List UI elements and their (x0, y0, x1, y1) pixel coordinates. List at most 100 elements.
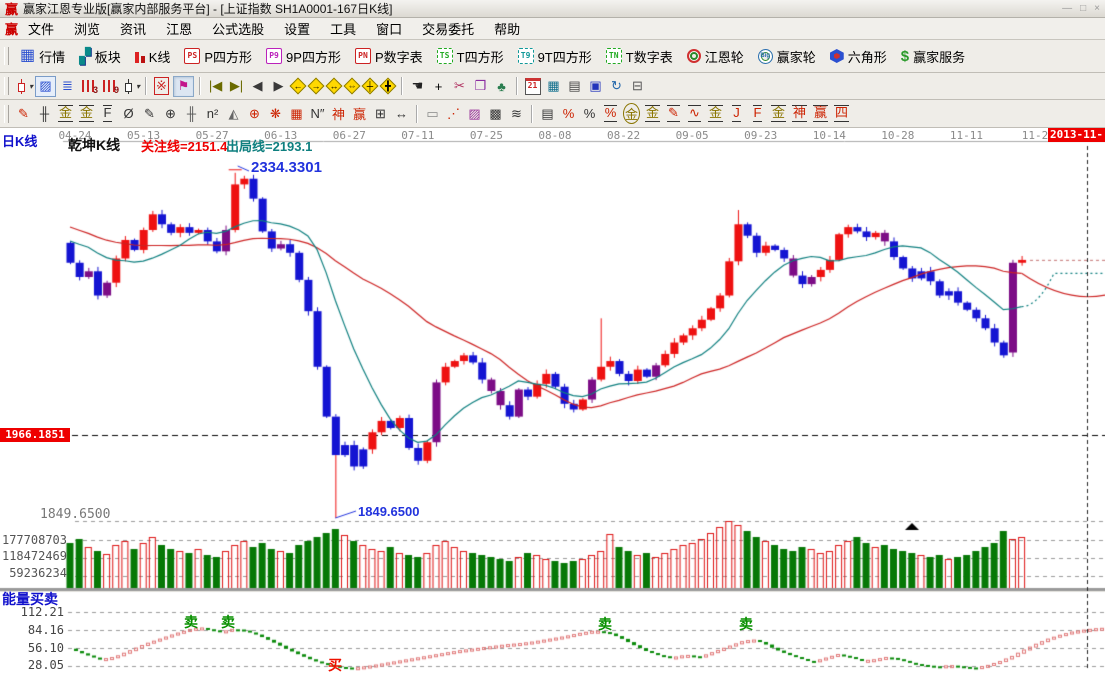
menu-item-help[interactable]: 帮助 (484, 17, 530, 40)
f-line-icon[interactable]: F (748, 104, 767, 123)
candle-style-icon[interactable]: ▾ (121, 77, 140, 96)
chart-map-icon[interactable]: ▨ (35, 76, 56, 97)
j-line-icon[interactable]: J (727, 104, 746, 123)
menu-item-file[interactable]: 文件 (18, 17, 64, 40)
menu-item-news[interactable]: 资讯 (110, 17, 156, 40)
percent-line-icon[interactable]: % (601, 104, 620, 123)
fan-icon[interactable]: ⋰ (444, 104, 463, 123)
stats-table-icon[interactable]: ▤ (538, 104, 557, 123)
kline-chart-canvas[interactable] (0, 128, 1105, 671)
gann-box-icon[interactable]: ▦ (287, 104, 306, 123)
dark-box-icon[interactable]: ▩ (486, 104, 505, 123)
spiral-icon[interactable]: Ø (119, 104, 138, 123)
toolbar-p-square-button[interactable]: PSP四方形 (177, 45, 259, 68)
prev-bar-icon[interactable]: ◀ (248, 77, 267, 96)
n-wave-icon[interactable]: N″ (308, 104, 327, 123)
calculator-icon[interactable]: ▦ (544, 77, 563, 96)
n2-icon[interactable]: n² (203, 104, 222, 123)
crosshair-icon[interactable]: + (429, 77, 448, 96)
rect-tool-icon[interactable]: ▭ (423, 104, 442, 123)
maximize-button[interactable]: □ (1080, 3, 1086, 14)
period-candle-icon[interactable]: ▾ (14, 77, 33, 96)
zoom-in-icon[interactable]: ┼ (362, 78, 378, 94)
menu-item-formula-pick[interactable]: 公式选股 (202, 17, 274, 40)
compress-icon[interactable]: ↔ (326, 78, 342, 94)
expand-icon[interactable]: ⇔ (344, 78, 360, 94)
trend-pencil-icon[interactable]: ✎ (14, 104, 33, 123)
span-arrow-icon[interactable]: ↔ (392, 104, 411, 123)
circle-cycle-icon[interactable]: ⊕ (161, 104, 180, 123)
grid-comb-icon[interactable]: ╫ (182, 104, 201, 123)
signal-label: 卖 (598, 614, 612, 634)
next-bar-icon[interactable]: ▶ (269, 77, 288, 96)
minor-cycle-3-icon[interactable]: 3 (79, 77, 98, 96)
toolbar-p-table-button[interactable]: PNP数字表 (348, 45, 430, 68)
menu-item-settings[interactable]: 设置 (274, 17, 320, 40)
mirror-icon[interactable]: ◭ (224, 104, 243, 123)
shift-left-icon[interactable]: ← (290, 78, 306, 94)
toolbar-winner-service-button[interactable]: $赢家服务 (894, 45, 972, 68)
toolbar-9t-square-button[interactable]: T99T四方形 (511, 45, 599, 68)
toolbar-hexagon-button[interactable]: 六角形 (823, 45, 894, 68)
info-list-icon[interactable]: ≣ (58, 77, 77, 96)
shen-tool-icon[interactable]: 神 (329, 104, 348, 123)
toolbar-sectors-button[interactable]: ▞板块 (72, 45, 128, 68)
notebook-icon[interactable]: ▤ (565, 77, 584, 96)
fib-grid-icon[interactable]: F (98, 104, 117, 123)
menu-item-browse[interactable]: 浏览 (64, 17, 110, 40)
brain-icon[interactable]: ♣ (492, 77, 511, 96)
first-bar-icon[interactable]: |◀ (206, 77, 225, 96)
ying-line-icon[interactable]: 赢 (811, 104, 830, 123)
toolbar-quotes-button[interactable]: ▦行情 (13, 45, 72, 68)
toolbar-t-table-button[interactable]: TNT数字表 (599, 45, 680, 68)
gold-circle-icon[interactable]: 金 (622, 104, 641, 123)
wave-icon[interactable]: ∿ (685, 104, 704, 123)
app-logo-icon: 赢 (5, 0, 18, 18)
measure-icon[interactable]: ✂ (450, 77, 469, 96)
toolbar-winner-wheel-button[interactable]: Big赢家轮 (751, 45, 823, 68)
shen-line-icon[interactable]: 神 (790, 104, 809, 123)
save-icon[interactable]: ▣ (586, 77, 605, 96)
toolbar-kline-button[interactable]: K线 (128, 45, 178, 68)
percent-strike-icon[interactable]: % (559, 104, 578, 123)
sync-icon[interactable]: ↻ (607, 77, 626, 96)
last-bar-icon[interactable]: ▶| (227, 77, 246, 96)
ying-tool-icon[interactable]: 赢 (350, 104, 369, 123)
menu-item-tools[interactable]: 工具 (320, 17, 366, 40)
hand-icon[interactable]: ☚ (408, 77, 427, 96)
time-grid-icon[interactable]: ╫ (35, 104, 54, 123)
percent-icon[interactable]: % (580, 104, 599, 123)
flag-icon[interactable]: ⚑ (173, 76, 194, 97)
minimize-button[interactable]: — (1062, 3, 1072, 14)
web-icon[interactable]: ❋ (266, 104, 285, 123)
mark-pencil-icon[interactable]: ✎ (664, 104, 683, 123)
si-line-icon[interactable]: 四 (832, 104, 851, 123)
gann-compass-icon[interactable]: ⊕ (245, 104, 264, 123)
toolbar-9p-square-button[interactable]: P99P四方形 (259, 45, 348, 68)
slant-icon[interactable]: ≋ (507, 104, 526, 123)
ruler-icon[interactable]: ⊞ (371, 104, 390, 123)
gold-line-icon[interactable]: 金 (643, 104, 662, 123)
pattern-box-icon[interactable]: ※ (152, 77, 171, 96)
menu-item-window[interactable]: 窗口 (366, 17, 412, 40)
close-button[interactable]: × (1094, 3, 1100, 14)
shift-right-icon[interactable]: → (308, 78, 324, 94)
calendar-icon[interactable]: 21 (523, 77, 542, 96)
gold-line3-icon[interactable]: 金 (769, 104, 788, 123)
minor-cycle-9-icon[interactable]: 9 (100, 77, 119, 96)
fan-box-icon[interactable]: ▨ (465, 104, 484, 123)
fan-icon-glyph: ⋰ (446, 106, 461, 122)
toolbar-gann-wheel-button[interactable]: 江恩轮 (680, 45, 751, 68)
zoom-out-icon[interactable]: ╋ (380, 78, 396, 94)
print-icon[interactable]: ⊟ (628, 77, 647, 96)
trend-pencil-icon-glyph: ✎ (17, 106, 30, 122)
gold-line2-icon[interactable]: 金 (706, 104, 725, 123)
toolbar-t-square-button[interactable]: TST四方形 (430, 45, 511, 68)
notes-icon[interactable]: ❒ (471, 77, 490, 96)
span-arrow-icon-glyph: ↔ (394, 106, 409, 121)
menu-item-gann[interactable]: 江恩 (156, 17, 202, 40)
gold-ratio-icon[interactable]: 金 (56, 104, 75, 123)
angle-pencil-icon[interactable]: ✎ (140, 104, 159, 123)
menu-item-trade[interactable]: 交易委托 (412, 17, 484, 40)
gold-ratio2-icon[interactable]: 金 (77, 104, 96, 123)
